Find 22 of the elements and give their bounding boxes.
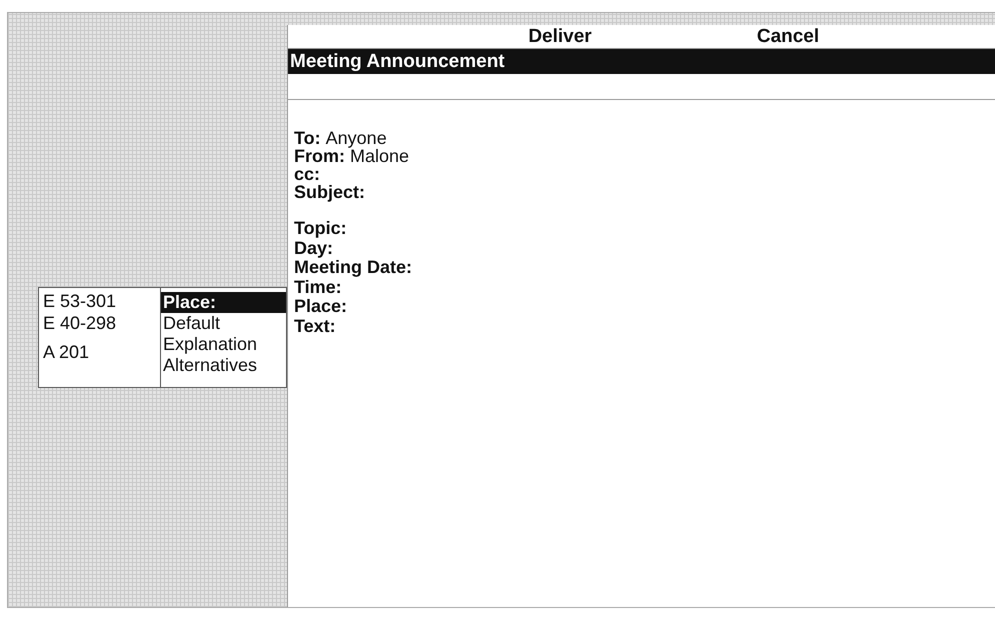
value-option[interactable]: E 53-301	[43, 290, 160, 312]
field-label: Topic:	[294, 218, 347, 238]
menu-item[interactable]: Alternatives	[161, 355, 286, 376]
field-label: Time:	[294, 276, 342, 296]
field-label: Day:	[294, 238, 334, 258]
field-label: From:	[294, 146, 345, 166]
field-label: cc:	[294, 164, 320, 184]
value-option[interactable]: E 40-298	[43, 312, 160, 334]
field-label: To:	[294, 128, 321, 148]
menu-item[interactable]: Default	[161, 313, 286, 334]
field-value: Malone	[350, 146, 410, 166]
command-button[interactable]: Cancel	[738, 26, 838, 48]
field-label: Place:	[294, 296, 348, 316]
field-value: Anyone	[326, 128, 387, 148]
field-label: Subject:	[294, 182, 366, 202]
menu-item[interactable]: Explanation	[161, 334, 286, 355]
menu-item[interactable]: Place:	[161, 292, 286, 313]
command-button[interactable]: Deliver	[510, 26, 610, 48]
field-label: Meeting Date:	[294, 257, 412, 277]
field-label: Text:	[294, 316, 336, 336]
value-option[interactable]: A 201	[43, 341, 160, 363]
window-title: Meeting Announcement	[288, 48, 995, 74]
